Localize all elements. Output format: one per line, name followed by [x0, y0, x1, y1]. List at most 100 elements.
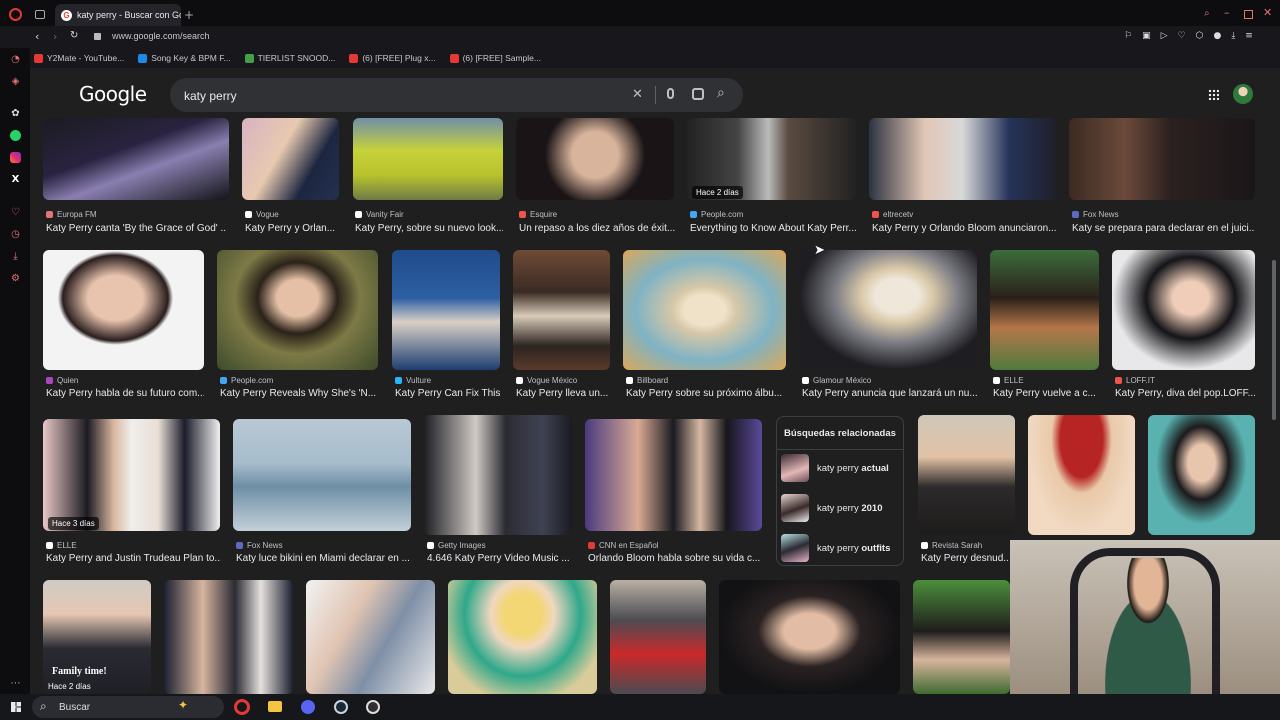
image-source[interactable]: People.com: [690, 210, 743, 219]
account-avatar[interactable]: [1233, 84, 1253, 104]
image-caption[interactable]: 4.646 Katy Perry Video Music ...: [427, 553, 573, 564]
page-scrollbar[interactable]: [1272, 260, 1276, 420]
image-result[interactable]: [353, 118, 503, 200]
image-result[interactable]: [990, 250, 1099, 370]
image-caption[interactable]: Katy Perry sobre su próximo álbu...: [626, 388, 786, 399]
favorites-icon[interactable]: ♡: [10, 207, 21, 218]
image-result[interactable]: [799, 250, 977, 370]
image-result[interactable]: [918, 415, 1015, 535]
search-icon[interactable]: ⌕: [717, 85, 725, 101]
search-box[interactable]: [170, 78, 743, 112]
download-icon[interactable]: ⤓: [1231, 31, 1235, 41]
clear-search-icon[interactable]: ✕: [632, 87, 643, 102]
voice-search-icon[interactable]: [667, 88, 674, 99]
image-source[interactable]: Fox News: [1072, 210, 1119, 219]
image-caption[interactable]: Katy Perry vuelve a c...: [993, 388, 1100, 399]
image-source[interactable]: Vogue México: [516, 376, 577, 385]
sidebar-more-icon[interactable]: ⋯: [10, 678, 21, 689]
bookmark-item[interactable]: TIERLIST SNOOD...: [244, 53, 335, 63]
new-tab-icon[interactable]: +: [184, 8, 194, 22]
image-caption[interactable]: Katy luce bikini en Miami declarar en ..…: [236, 553, 412, 564]
image-result[interactable]: [1069, 118, 1255, 200]
image-source[interactable]: Esquire: [519, 210, 557, 219]
history-icon[interactable]: ◷: [10, 229, 21, 240]
image-result[interactable]: [610, 580, 706, 694]
image-result[interactable]: [623, 250, 786, 370]
snapshot-icon[interactable]: ▣: [1142, 31, 1151, 41]
image-source[interactable]: Glamour México: [802, 376, 871, 385]
opera-logo-icon[interactable]: [9, 8, 22, 21]
x-twitter-icon[interactable]: X: [10, 174, 21, 185]
image-source[interactable]: Fox News: [236, 541, 283, 550]
image-caption[interactable]: Katy Perry y Orlan...: [245, 223, 340, 234]
image-result[interactable]: [719, 580, 900, 694]
chatgpt-icon[interactable]: ✿: [10, 108, 21, 119]
image-caption[interactable]: Katy Perry desnud...: [921, 553, 1009, 564]
maximize-icon[interactable]: [1244, 10, 1253, 19]
image-caption[interactable]: Katy Perry Can Fix This: [395, 388, 501, 399]
image-result[interactable]: [217, 250, 378, 370]
ai-assistant-icon[interactable]: ◔: [10, 54, 21, 65]
bookmark-icon[interactable]: ⚐: [1124, 31, 1132, 41]
player-icon[interactable]: ▷: [1161, 31, 1168, 41]
image-source[interactable]: CNN en Español: [588, 541, 659, 550]
image-result[interactable]: [242, 118, 339, 200]
image-caption[interactable]: Katy Perry canta 'By the Grace of God' .…: [46, 223, 226, 234]
image-source[interactable]: People.com: [220, 376, 273, 385]
related-search-item[interactable]: katy perry 2010: [781, 491, 901, 525]
taskbar-obs-icon[interactable]: [366, 700, 380, 714]
close-window-icon[interactable]: ✕: [1263, 6, 1272, 19]
image-result[interactable]: [913, 580, 1010, 694]
image-result[interactable]: [233, 419, 411, 531]
extensions-icon[interactable]: ⬡: [1196, 31, 1204, 41]
image-caption[interactable]: Un repaso a los diez años de éxit...: [519, 223, 675, 234]
image-source[interactable]: Getty Images: [427, 541, 486, 550]
image-caption[interactable]: Katy Perry, sobre su nuevo look...: [355, 223, 503, 234]
image-source[interactable]: Billboard: [626, 376, 668, 385]
bookmark-item[interactable]: Y2Mate - YouTube...: [34, 53, 124, 63]
image-caption[interactable]: Katy Perry lleva un...: [516, 388, 611, 399]
taskbar-opera-icon[interactable]: [234, 699, 250, 715]
image-result[interactable]: [513, 250, 610, 370]
image-caption[interactable]: Katy se prepara para declarar en el juic…: [1072, 223, 1255, 234]
image-caption[interactable]: Orlando Bloom habla sobre su vida c...: [588, 553, 763, 564]
image-result[interactable]: [448, 580, 597, 694]
image-result[interactable]: [43, 250, 204, 370]
image-result[interactable]: [1112, 250, 1255, 370]
image-caption[interactable]: Katy Perry anuncia que lanzará un nu...: [802, 388, 977, 399]
bookmark-item[interactable]: Song Key & BPM F...: [138, 53, 231, 63]
lens-search-icon[interactable]: [692, 88, 704, 100]
image-result[interactable]: [392, 250, 500, 370]
heart-icon[interactable]: ♡: [1178, 31, 1186, 41]
search-tabs-icon[interactable]: ⌕: [1204, 8, 1210, 19]
image-source[interactable]: Vanity Fair: [355, 210, 404, 219]
downloads-icon[interactable]: ⤓: [10, 251, 21, 262]
taskbar-discord-icon[interactable]: [301, 700, 315, 714]
taskbar-file-explorer-icon[interactable]: [268, 701, 282, 712]
image-source[interactable]: eltrecetv: [872, 210, 913, 219]
image-caption[interactable]: Katy Perry Reveals Why She's 'N...: [220, 388, 378, 399]
image-result[interactable]: [585, 419, 762, 531]
image-source[interactable]: LOFF.IT: [1115, 376, 1155, 385]
image-result[interactable]: [164, 580, 293, 694]
forward-icon[interactable]: ›: [53, 30, 57, 43]
bookmark-item[interactable]: (6) [FREE] Sample...: [449, 53, 541, 63]
related-search-item[interactable]: katy perry actual: [781, 451, 901, 485]
profile-icon[interactable]: ●: [1213, 31, 1221, 41]
instagram-icon[interactable]: [10, 152, 21, 163]
image-source[interactable]: Vogue: [245, 210, 279, 219]
image-result[interactable]: [43, 419, 220, 531]
tab-google-search[interactable]: G katy perry - Buscar con Go: [55, 4, 181, 26]
image-result[interactable]: [424, 415, 572, 535]
reload-icon[interactable]: ↻: [70, 30, 78, 41]
image-caption[interactable]: Katy Perry, diva del pop.LOFF...: [1115, 388, 1255, 399]
image-source[interactable]: ELLE: [993, 376, 1024, 385]
taskbar-search-input[interactable]: Buscar: [59, 702, 90, 713]
url-text[interactable]: www.google.com/search: [112, 31, 210, 41]
image-result[interactable]: [869, 118, 1056, 200]
image-source[interactable]: Vulture: [395, 376, 431, 385]
bookmark-item[interactable]: (6) [FREE] Plug x...: [349, 53, 436, 63]
image-source[interactable]: Quien: [46, 376, 78, 385]
image-caption[interactable]: Katy Perry habla de su futuro com...: [46, 388, 204, 399]
image-caption[interactable]: Katy Perry and Justin Trudeau Plan to...: [46, 553, 221, 564]
